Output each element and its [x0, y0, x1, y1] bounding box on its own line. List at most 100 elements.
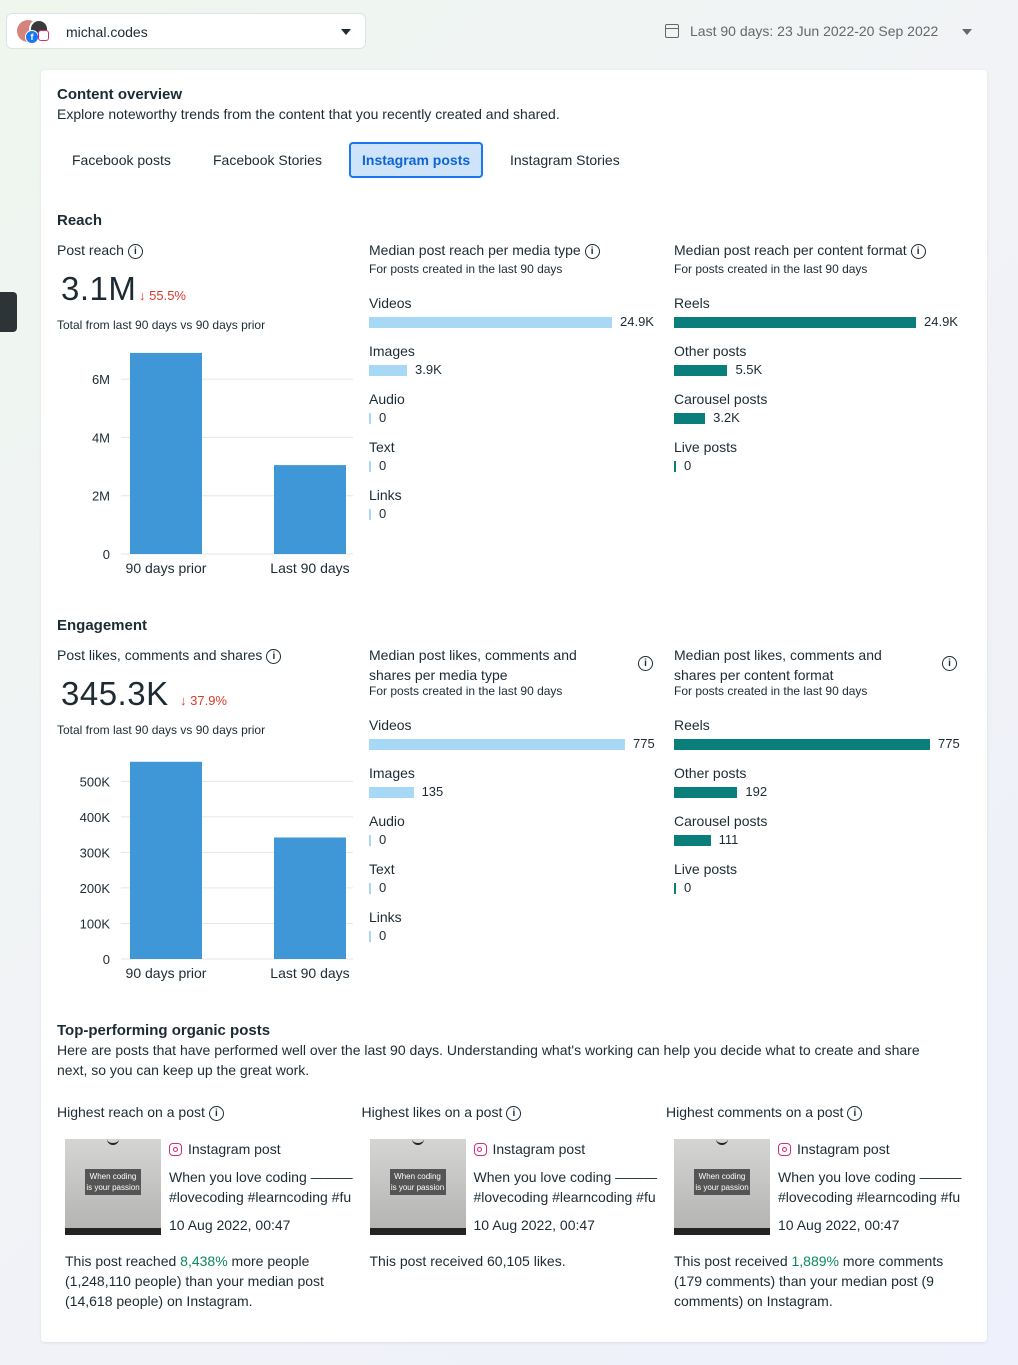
reach-chart-ytick: 0 — [103, 547, 110, 562]
reach-format-label: Other posts — [674, 343, 747, 359]
engagement-chart-bar[interactable] — [130, 761, 202, 959]
post-caption[interactable]: When you love coding ——— — [778, 1169, 962, 1185]
reach-format-label: Reels — [674, 295, 710, 311]
post-caption[interactable]: #lovecoding #learncoding #fu — [169, 1189, 351, 1205]
info-icon[interactable]: i — [506, 1106, 522, 1121]
thumbnail-caption: When coding is your passion — [694, 1169, 750, 1195]
engagement-section-title: Engagement — [57, 617, 148, 634]
engagement-chart-ytick: 0 — [103, 952, 110, 967]
tab-instagram-stories[interactable]: Instagram Stories — [495, 142, 635, 178]
post-caption[interactable]: #lovecoding #learncoding #fu — [778, 1189, 960, 1205]
engagement-format-label: Reels — [674, 717, 710, 733]
account-name: michal.codes — [66, 24, 148, 40]
engagement-chart-ytick: 400K — [80, 810, 111, 825]
reach-chart-xtick: 90 days prior — [126, 560, 207, 576]
reach-media-value: 0 — [379, 506, 387, 521]
instagram-icon — [169, 1143, 182, 1156]
reach-format-bar[interactable] — [674, 461, 676, 472]
engagement-media-bar[interactable] — [369, 931, 371, 942]
post-reach-label: Post reach i — [57, 242, 143, 259]
reach-chart-bar[interactable] — [274, 465, 346, 554]
chevron-down-icon — [962, 29, 972, 35]
engagement-media-bar[interactable] — [369, 883, 371, 894]
reach-media-bar[interactable] — [369, 461, 371, 472]
reach-section-title: Reach — [57, 212, 103, 229]
thumbnail-decoration — [107, 1139, 119, 1145]
engagement-media-bar[interactable] — [369, 835, 371, 846]
thumbnail-caption-line: is your passion — [86, 1183, 140, 1192]
engagement-chart-bar[interactable] — [274, 837, 346, 959]
engagement-chart-ytick: 200K — [80, 881, 111, 896]
engagement-media-value: 0 — [379, 832, 387, 847]
tab-facebook-stories[interactable]: Facebook Stories — [198, 142, 337, 178]
post-caption[interactable]: #lovecoding #learncoding #fu — [474, 1189, 656, 1205]
info-icon[interactable]: i — [942, 656, 957, 671]
thumbnail-caption-line: When coding — [89, 1172, 137, 1181]
median-engagement-format-note: For posts created in the last 90 days — [674, 684, 868, 698]
engagement-media-bar[interactable] — [369, 739, 625, 750]
post-summary-text: This post received 60,105 likes. — [369, 1253, 566, 1269]
facebook-icon: f — [25, 30, 39, 44]
post-summary-text: This post received — [674, 1253, 792, 1269]
post-platform: Instagram post — [473, 1141, 585, 1157]
post-summary: (1,248,110 people) than your median post — [65, 1273, 324, 1289]
engagement-format-bar[interactable] — [674, 883, 676, 894]
thumbnail-bar — [674, 1228, 770, 1235]
engagement-format-bar[interactable] — [674, 739, 930, 750]
engagement-format-bar[interactable] — [674, 835, 711, 846]
post-caption[interactable]: When you love coding ——— — [474, 1169, 658, 1185]
median-engagement-format-title-l2: shares per content format — [674, 667, 834, 683]
reach-format-bar[interactable] — [674, 365, 728, 376]
median-reach-media-title-text: Median post reach per media type — [369, 242, 581, 258]
engagement-column-chart: 0 100K 200K 300K 400K 500K 90 days prior Last 9… — [80, 761, 353, 981]
engagement-media-bar[interactable] — [369, 787, 414, 798]
page-subtitle: Explore noteworthy trends from the conte… — [57, 106, 560, 122]
reach-format-value: 24.9K — [924, 314, 958, 329]
post-platform: Instagram post — [778, 1141, 890, 1157]
reach-format-bar[interactable] — [674, 317, 916, 328]
info-icon[interactable]: i — [127, 244, 143, 259]
info-icon[interactable]: i — [910, 244, 926, 259]
account-selector[interactable]: f michal.codes — [6, 13, 366, 49]
reach-media-bar[interactable] — [369, 365, 408, 376]
engagement-note: Total from last 90 days vs 90 days prior — [57, 723, 266, 737]
post-thumbnail[interactable]: When coding is your passion — [369, 1139, 466, 1235]
post-platform: Instagram post — [169, 1141, 281, 1157]
median-reach-media-title: Median post reach per media type i — [369, 242, 600, 259]
post-date: 10 Aug 2022, 00:47 — [778, 1217, 900, 1233]
engagement-format-value: 192 — [745, 784, 768, 799]
tab-facebook-posts[interactable]: Facebook posts — [57, 142, 186, 178]
info-icon[interactable]: i — [847, 1106, 863, 1121]
reach-media-bar[interactable] — [369, 413, 371, 424]
tab-instagram-posts[interactable]: Instagram posts — [349, 142, 484, 178]
instagram-icon — [473, 1143, 487, 1156]
engagement-label-text: Post likes, comments and shares — [57, 647, 263, 663]
median-engagement-format-title: Median post likes, comments and shares pe… — [674, 645, 882, 685]
reach-media-label: Text — [369, 439, 395, 455]
post-caption[interactable]: When you love coding ——— — [169, 1169, 353, 1185]
reach-chart-ytick: 6M — [92, 372, 110, 387]
arrow-down-icon: ↓ — [180, 693, 187, 708]
reach-format-bar[interactable] — [674, 413, 706, 424]
info-icon[interactable]: i — [638, 656, 653, 671]
page-title: Content overview — [57, 86, 183, 103]
post-thumbnail[interactable]: When coding is your passion — [674, 1139, 770, 1235]
thumbnail-decoration — [716, 1139, 728, 1145]
post-thumbnail[interactable]: When coding is your passion — [65, 1139, 161, 1235]
info-icon[interactable]: i — [208, 1106, 224, 1121]
reach-chart-bar[interactable] — [130, 352, 202, 554]
reach-column-chart: 0 2M 4M 6M 90 days prior Last 90 days — [92, 352, 353, 576]
median-engagement-media-note: For posts created in the last 90 days — [369, 684, 563, 698]
info-icon[interactable]: i — [584, 244, 600, 259]
engagement-format-value: 111 — [718, 832, 739, 847]
post-summary-text: This post reached — [65, 1253, 181, 1269]
thumbnail-caption-line: is your passion — [390, 1183, 445, 1192]
engagement-format-label: Other posts — [674, 765, 747, 781]
engagement-value: 345.3K — [61, 675, 169, 712]
reach-media-bar[interactable] — [369, 509, 371, 520]
engagement-format-bar[interactable] — [674, 787, 738, 798]
info-icon[interactable]: i — [266, 649, 282, 664]
engagement-media-label: Text — [369, 861, 395, 877]
side-panel-handle[interactable] — [0, 292, 17, 332]
reach-media-bar[interactable] — [369, 317, 612, 328]
